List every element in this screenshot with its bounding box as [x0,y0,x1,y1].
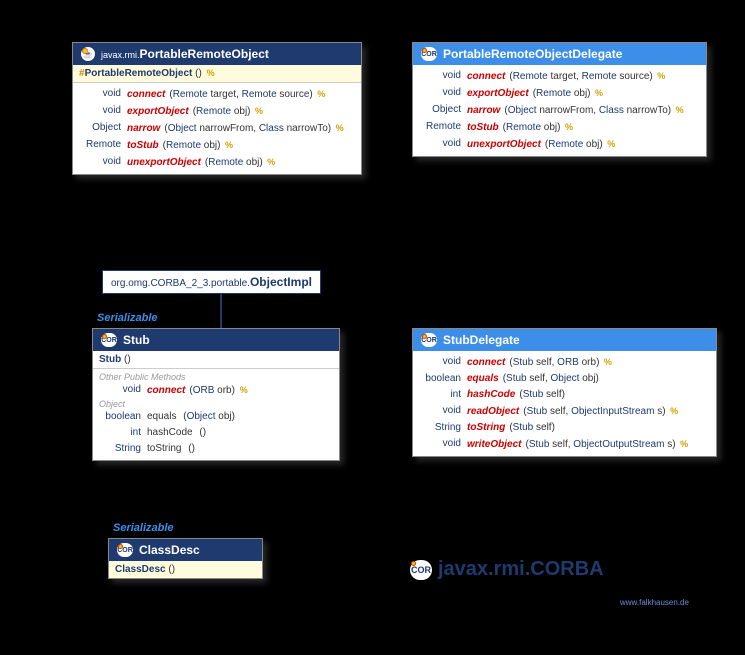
method-row: voidconnect(Remote target, Remote source… [413,68,706,85]
class-header: COR PortableRemoteObjectDelegate [413,43,706,65]
parent-class-objectimpl: org.omg.CORBA_2_3.portable.ObjectImpl [102,270,321,294]
parent-package: org.omg.CORBA_2_3.portable. [111,278,250,289]
methods-section: voidconnect(Remote target, Remote source… [413,65,706,156]
method-row: boolean equals (Object obj) [93,409,339,425]
method-row: int hashCode () [93,425,339,441]
serializable-label: Serializable [113,522,174,534]
other-methods-section: Other Public Methods void connect(ORB or… [93,368,339,460]
package-name: javax.rmi.CORBA [438,558,604,581]
method-row: String toString () [93,441,339,457]
corba-icon: COR [410,560,432,580]
constructor-row: #PortableRemoteObject () % [73,65,361,82]
method-row: Objectnarrow(Object narrowFrom, Class na… [73,120,361,137]
interface-stub-delegate: COR StubDelegate voidconnect(Stub self, … [412,328,717,457]
java-icon: ☕ [81,47,95,61]
method-row: voidconnect(Stub self, ORB orb) % [413,354,716,371]
class-portable-remote-object: ☕ javax.rmi.PortableRemoteObject #Portab… [72,42,362,175]
method-row: voidunexportObject(Remote obj) % [73,154,361,171]
method-row: voidreadObject(Stub self, ObjectInputStr… [413,403,716,420]
class-header: COR Stub [93,329,339,351]
method-row: RemotetoStub(Remote obj) % [413,119,706,136]
watermark: www.falkhausen.de [620,598,689,607]
class-stub: COR Stub Stub () Other Public Methods vo… [92,328,340,461]
class-header: ☕ javax.rmi.PortableRemoteObject [73,43,361,65]
method-row: booleanequals(Stub self, Object obj) [413,371,716,387]
serializable-label: Serializable [97,312,158,324]
methods-section: voidconnect(Remote target, Remote source… [73,82,361,174]
package-title: COR javax.rmi.CORBA [410,558,604,581]
inheritance-connector [220,294,222,328]
method-row: RemotetoStub(Remote obj) % [73,137,361,154]
corba-icon: COR [117,543,133,557]
class-name: PortableRemoteObject [140,47,269,61]
constructor-row: Stub () [93,351,339,368]
method-row: voidwriteObject(Stub self, ObjectOutputS… [413,436,716,453]
class-header: COR StubDelegate [413,329,716,351]
class-package: javax.rmi. [101,50,140,60]
class-name: PortableRemoteObjectDelegate [443,47,622,61]
class-name: ClassDesc [139,543,200,557]
corba-icon: COR [101,333,117,347]
method-row: inthashCode(Stub self) [413,387,716,403]
constructor-row: ClassDesc () [109,561,262,578]
method-row: voidexportObject(Remote obj) % [413,85,706,102]
section-label: Object [93,399,339,409]
class-name: Stub [123,333,150,347]
class-header: COR ClassDesc [109,539,262,561]
method-row: StringtoString(Stub self) [413,420,716,436]
methods-section: voidconnect(Stub self, ORB orb) %boolean… [413,351,716,456]
section-label: Other Public Methods [93,372,339,382]
class-classdesc: COR ClassDesc ClassDesc () [108,538,263,579]
method-row: Objectnarrow(Object narrowFrom, Class na… [413,102,706,119]
parent-name: ObjectImpl [250,275,312,289]
corba-icon: COR [421,47,437,61]
interface-portable-remote-object-delegate: COR PortableRemoteObjectDelegate voidcon… [412,42,707,157]
corba-icon: COR [421,333,437,347]
class-name: StubDelegate [443,333,520,347]
method-row: voidexportObject(Remote obj) % [73,103,361,120]
method-row: voidconnect(Remote target, Remote source… [73,86,361,103]
method-row: voidunexportObject(Remote obj) % [413,136,706,153]
method-row: void connect(ORB orb) % [93,382,339,399]
